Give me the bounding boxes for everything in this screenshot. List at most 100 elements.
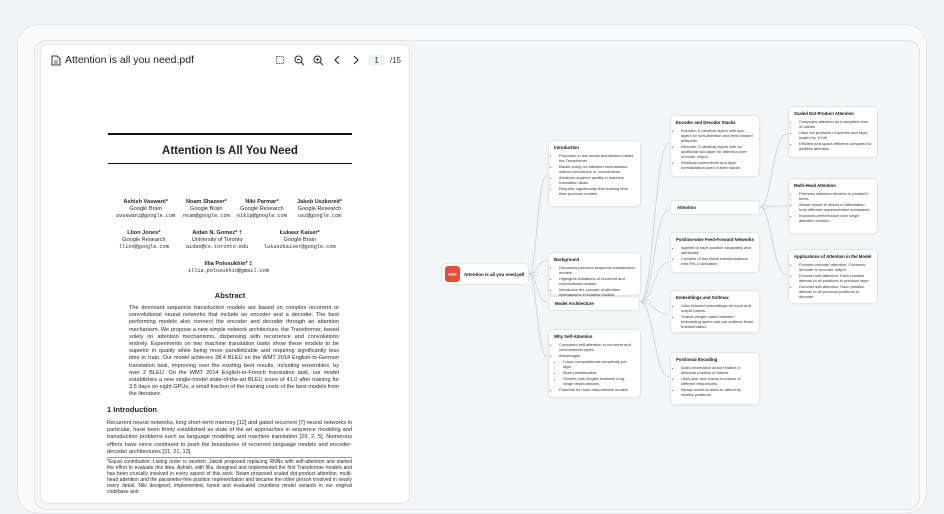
author-line: nikip@google.com [237,212,287,219]
zoom-in-icon[interactable] [311,53,325,67]
abstract-text: The dominant sequence transduction model… [129,305,339,398]
author-line: Aidan N. Gomez* † [192,230,242,236]
author-line: Google Research [240,205,284,212]
mindmap-node-title: Why Self-Attention [554,334,593,339]
pdf-toolbar: Attention is all you need.pdf 1 /15 [41,45,409,75]
author-block: Llion Jones* Google Research llion@google.… [119,230,169,250]
mindmap-node-attention[interactable]: Attention [670,200,760,215]
mindmap-node-model-architecture[interactable]: Model Architecture [548,296,640,311]
author-block: Aidan N. Gomez* † University of Toronto ai… [186,230,248,250]
mindmap-node-background[interactable]: Background Discusses previous sequence t… [548,252,641,297]
mindmap-bullet: Encoder-decoder attention: Connects deco… [799,262,872,272]
mindmap-bullet: Adds information about relative or absol… [681,365,754,375]
mindmap-bullet: Proposes a new model architecture called… [559,153,635,163]
author-line: Niki Parmar* [245,199,279,205]
author-block: Niki Parmar* Google Research nikip@google.… [237,199,287,219]
mindmap-bullet: Computes attention as a weighted sum of … [799,119,872,129]
intro-text: Recurrent neural networks, long short-te… [107,420,352,455]
author-line: University of Toronto [191,236,243,243]
mindmap-bullet: More parallelizable [563,370,635,375]
author-block: Łukasz Kaiser* Google Brain lukaszkaiser@g… [264,230,336,250]
title-rule-bottom [108,163,352,164]
mindmap-node-scaled-dot-product[interactable]: Scaled Dot-Product Attention Computes at… [788,106,878,158]
mindmap-bullet: Advantages: [559,353,635,358]
mindmap-bullet: Consists of two linear transformations w… [681,256,754,266]
mindmap-bullet-list: Uses learned embeddings for input and ou… [676,303,754,329]
mindmap-node-title: Scaled Dot-Product Attention [794,111,854,116]
mindmap-bullet: Discusses previous sequence transduction… [559,265,635,275]
mindmap-bullet-list: Applied to each position separately and … [676,245,754,266]
mindmap-bullet-list: Adds information about relative or absol… [676,365,754,397]
mindmap-bullet: Uses learned embeddings for input and ou… [681,303,754,313]
fit-page-icon[interactable] [273,53,287,67]
mindmap-bullet: Decoder self-attention: Each position at… [799,284,872,299]
author-line: illia.polosukhin@gmail.com [188,267,269,274]
mindmap-bullet: Performs attention function in parallel … [799,191,872,201]
page-number-input[interactable]: 1 [368,54,385,66]
mindmap-bullet: Efficient and space-efficient compared t… [799,141,872,151]
root-label: Attention is all you need.pdf [464,271,525,277]
author-line: avaswani@google.com [116,212,176,219]
mindmap-bullet: Improves performance over single attenti… [799,213,872,223]
author-block: Ashish Vaswani* Google Brain avaswani@goog… [116,199,175,219]
author-line: Illia Polosukhin* ‡ [204,261,253,267]
file-icon [51,55,61,65]
mindmap-bullet: Encoder: 6 identical layers with sub-lay… [681,128,754,143]
chevron-left-icon[interactable] [330,53,344,67]
author-block: Jakob Uszkoreit* Google Research usz@googl… [297,199,342,219]
zoom-out-icon[interactable] [292,53,306,67]
author-line: Noam Shazeer* [185,199,227,205]
mindmap-node-title: Background [554,257,580,262]
mindmap-bullet-list: Encoder-decoder attention: Connects deco… [794,262,872,299]
author-line: noam@google.com [183,212,230,219]
mindmap-bullet: Uses dot products of queries and keys, s… [799,130,872,140]
mindmap-bullet: Decoder: 6 identical layers with an addi… [681,144,754,159]
author-line: Jakob Uszkoreit* [297,199,343,205]
mindmap-bullet: Encoder self-attention: Each position at… [799,273,872,283]
mindmap-node-applications[interactable]: Applications of Attention in the Model E… [788,249,878,304]
mindmap-bullet: Shares weight matrix between embedding l… [681,314,754,329]
mindmap-node-title: Encoder and Decoder Stacks [676,120,736,125]
mindmap-node-introduction[interactable]: Introduction Proposes a new model archit… [548,140,641,207]
author-block: Noam Shazeer* Google Brain noam@google.com [183,199,230,219]
footnote-text: *Equal contribution. Listing order is ra… [107,457,352,495]
author-line: Google Brain [129,205,162,212]
mindmap-bullet: Residual connections and layer normaliza… [681,160,754,170]
mindmap-bullet-list: Performs attention function in parallel … [794,191,872,223]
author-line: Google Research [122,236,166,243]
mindmap-node-title: Multi-Head Attention [794,183,836,188]
mindmap-node-positional-encoding[interactable]: Positional Encoding Adds information abo… [670,352,760,405]
author-line: Google Brain [283,236,317,243]
mindmap-node-title: Embeddings and Softmax [676,295,729,300]
author-line: Llion Jones* [127,230,161,236]
mindmap-node-ffn[interactable]: Position-wise Feed-Forward Networks Appl… [670,232,760,273]
mindmap-bullet: Lower computational complexity per layer [563,359,635,369]
mindmap-node-encoder-decoder[interactable]: Encoder and Decoder Stacks Encoder: 6 id… [670,115,760,177]
author-line: Ashish Vaswani* [123,199,168,205]
author-line: Google Brain [190,205,223,212]
mindmap-bullet: Uses sine and cosine functions of differ… [681,376,754,386]
mindmap-bullet: Allows model to attend to information fr… [799,202,872,212]
mindmap-root[interactable]: PDF Attention is all you need.pdf [441,263,529,285]
author-block: Illia Polosukhin* ‡ illia.polosukhin@gmai… [188,261,269,275]
page-total: /15 [389,55,401,65]
pdf-file-name: Attention is all you need.pdf [65,54,195,66]
mindmap-node-title: Applications of Attention in the Model [794,254,872,259]
mindmap-bullet-list: Encoder: 6 identical layers with sub-lay… [676,128,754,170]
mindmap-bullet: Applied to each position separately and … [681,245,754,255]
chevron-right-icon[interactable] [349,53,363,67]
mindmap-node-title: Position-wise Feed-Forward Networks [676,237,754,242]
mindmap-node-why-self-attention[interactable]: Why Self-Attention Compares self-attenti… [548,329,641,398]
author-line: Google Research [297,205,342,212]
mindmap-node-title: Positional Encoding [676,357,718,362]
mindmap-node-multi-head[interactable]: Multi-Head Attention Performs attention … [788,178,878,234]
author-line: usz@google.com [297,212,342,219]
mindmap-bullet: Highlights limitations of recurrent and … [559,276,635,286]
mindmap-node-embeddings[interactable]: Embeddings and Softmax Uses learned embe… [670,290,760,333]
title-rule-top [108,133,352,135]
mindmap-bullet: Allows model to learn to attend by relat… [681,387,754,397]
author-line: Łukasz Kaiser* [279,230,320,236]
mindmap-node-title: Introduction [554,145,580,150]
author-line: aidan@cs.toronto.edu [186,243,249,250]
author-line: lukaszkaiser@google.com [264,243,336,250]
